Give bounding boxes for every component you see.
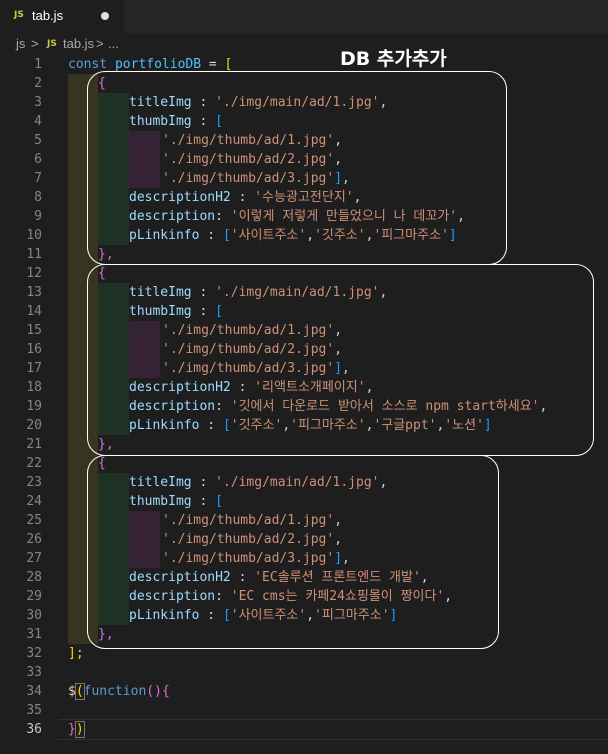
highlight-box — [87, 71, 507, 265]
highlight-box — [87, 264, 594, 456]
code-line-36: }) — [68, 721, 85, 738]
line-number: 22 — [26, 456, 42, 471]
line-number: 26 — [26, 532, 42, 547]
line-number: 27 — [26, 551, 42, 566]
tab-bar: JS tab.js — [0, 0, 608, 33]
line-number: 18 — [26, 380, 42, 395]
line-number: 7 — [34, 171, 42, 186]
line-number-gutter: 1 2 3 4 5 6 7 8 9 10 11 12 13 14 15 16 17 18 19 20 21 22 23 24 2… — [0, 55, 58, 754]
line-number: 2 — [34, 76, 42, 91]
line-number: 5 — [34, 133, 42, 148]
breadcrumb-more[interactable]: ... — [108, 36, 119, 51]
current-line-highlight — [58, 719, 608, 740]
chevron-right-icon: > — [96, 36, 104, 51]
line-number: 4 — [34, 114, 42, 129]
breadcrumb-folder[interactable]: js — [16, 36, 25, 51]
line-number: 29 — [26, 589, 42, 604]
line-number: 17 — [26, 361, 42, 376]
line-number: 32 — [26, 646, 42, 661]
line-number: 9 — [34, 209, 42, 224]
line-number: 16 — [26, 342, 42, 357]
line-number: 11 — [26, 247, 42, 262]
line-number: 10 — [26, 228, 42, 243]
line-number: 19 — [26, 399, 42, 414]
line-number: 28 — [26, 570, 42, 585]
code-line-32: ]; — [68, 646, 84, 661]
unsaved-dot-icon[interactable] — [101, 12, 109, 20]
line-number: 23 — [26, 475, 42, 490]
line-number: 1 — [34, 57, 42, 72]
code-line-34: $(function(){ — [68, 683, 170, 700]
line-number: 13 — [26, 285, 42, 300]
line-number: 21 — [26, 437, 42, 452]
line-number: 33 — [26, 665, 42, 680]
line-number: 34 — [26, 684, 42, 699]
line-number: 24 — [26, 494, 42, 509]
line-number: 6 — [34, 152, 42, 167]
line-number: 20 — [26, 418, 42, 433]
line-number: 3 — [34, 95, 42, 110]
breadcrumb: js > JS tab.js > ... — [0, 33, 608, 55]
line-number: 36 — [26, 722, 42, 737]
line-number: 14 — [26, 304, 42, 319]
annotation-text: DB 추가추가 — [340, 48, 447, 70]
javascript-file-icon: JS — [47, 39, 57, 49]
line-number: 15 — [26, 323, 42, 338]
line-number: 12 — [26, 266, 42, 281]
javascript-file-icon: JS — [14, 10, 24, 20]
breadcrumb-file[interactable]: tab.js — [63, 36, 94, 51]
tab-filename: tab.js — [32, 8, 64, 23]
line-number: 31 — [26, 627, 42, 642]
line-number: 8 — [34, 190, 42, 205]
highlight-box — [87, 455, 499, 649]
chevron-right-icon: > — [31, 36, 39, 51]
line-number: 30 — [26, 608, 42, 623]
editor-tab-tab-js[interactable]: JS tab.js — [0, 0, 124, 33]
line-number: 35 — [26, 703, 42, 718]
line-number: 25 — [26, 513, 42, 528]
